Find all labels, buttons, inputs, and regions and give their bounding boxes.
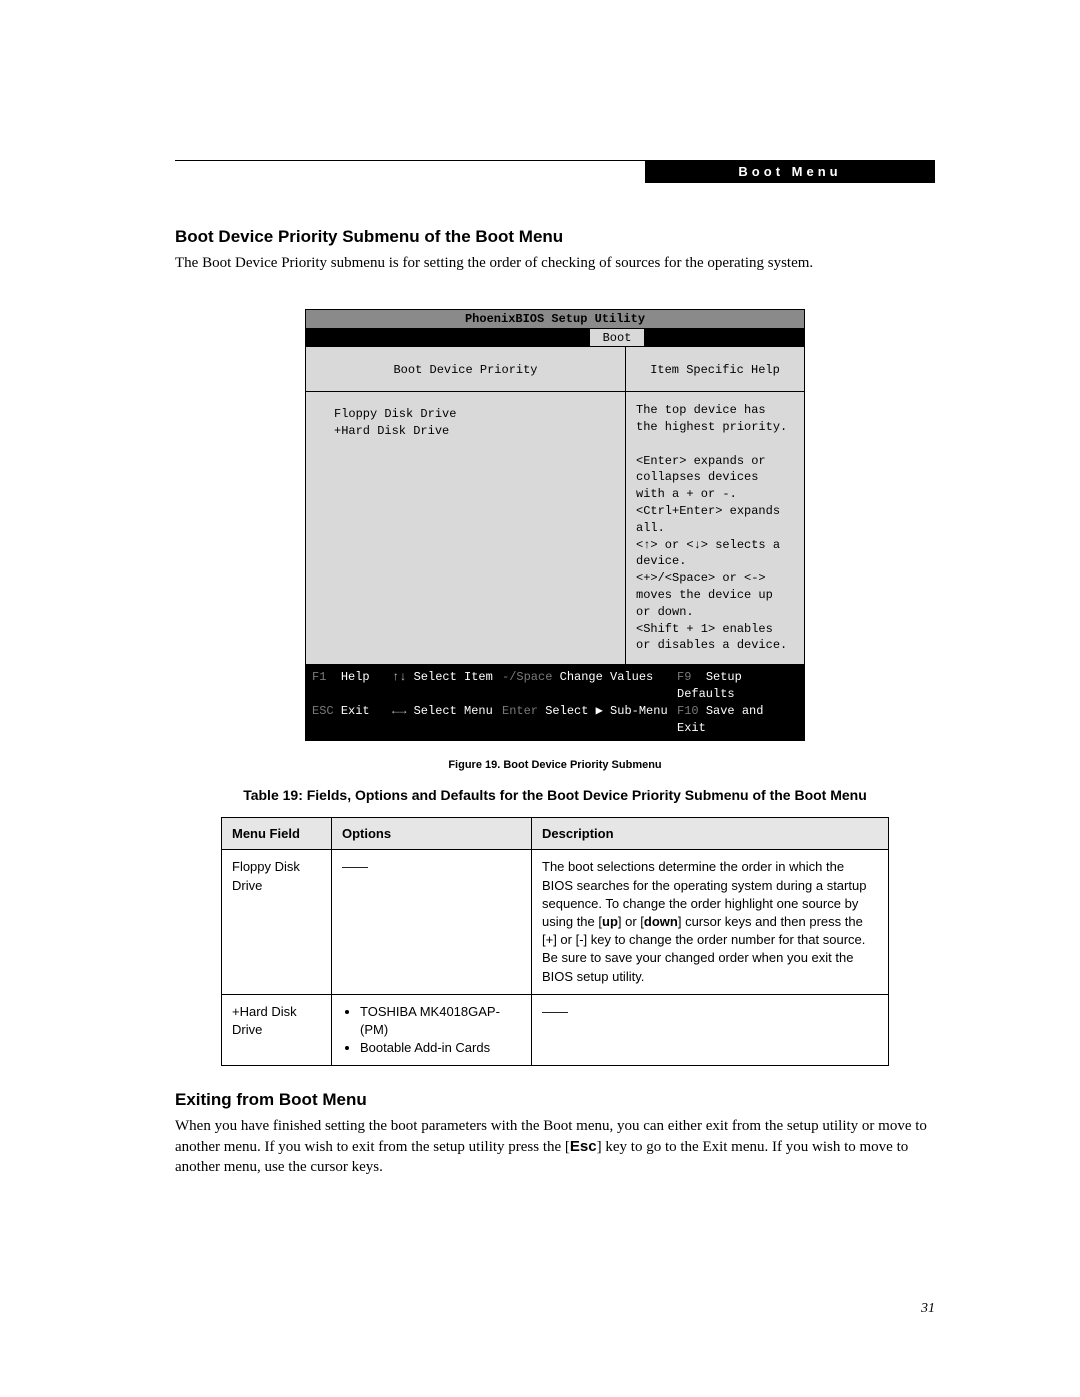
desc-text: ] or [	[618, 914, 644, 929]
bios-device-item: +Hard Disk Drive	[334, 423, 625, 440]
key-esc: Esc	[570, 1138, 597, 1155]
figure-caption: Figure 19. Boot Device Priority Submenu	[175, 759, 935, 771]
bios-key-space: -/Space	[502, 670, 552, 684]
bios-device-item: Floppy Disk Drive	[334, 406, 625, 423]
bios-left-heading: Boot Device Priority	[306, 347, 625, 392]
bios-action-select-item: Select Item	[414, 670, 493, 684]
table-row: Floppy Disk Drive —— The boot selections…	[222, 850, 889, 994]
cell-field: +Hard Disk Drive	[222, 994, 332, 1066]
bios-key-esc: ESC	[312, 704, 334, 718]
option-item: Bootable Add-in Cards	[360, 1039, 521, 1057]
bios-key-f9: F9	[677, 670, 691, 684]
cell-options: ——	[332, 850, 532, 994]
option-item: TOSHIBA MK4018GAP-(PM)	[360, 1003, 521, 1039]
cell-options: TOSHIBA MK4018GAP-(PM) Bootable Add-in C…	[332, 994, 532, 1066]
bios-key-f1: F1	[312, 670, 326, 684]
bios-action-exit: Exit	[341, 704, 370, 718]
bios-tabbar: Boot	[306, 329, 804, 347]
fields-table: Menu Field Options Description Floppy Di…	[221, 817, 889, 1066]
bios-footer-row: F1 Help ↑↓ Select Item -/Space Change Va…	[312, 669, 798, 703]
section-1-text: The Boot Device Priority submenu is for …	[175, 253, 935, 273]
key-up: up	[602, 914, 618, 929]
bios-screenshot: PhoenixBIOS Setup Utility Boot Boot Devi…	[305, 309, 805, 741]
bios-action-help: Help	[341, 670, 370, 684]
bios-key-enter: Enter	[502, 704, 538, 718]
bios-help-text: The top device has the highest priority.…	[626, 392, 804, 664]
cell-field: Floppy Disk Drive	[222, 850, 332, 994]
header-bar: Boot Menu	[175, 160, 935, 183]
bios-action-select-menu: Select Menu	[414, 704, 493, 718]
bios-device-list: Floppy Disk Drive +Hard Disk Drive	[306, 392, 625, 622]
cell-description: The boot selections determine the order …	[532, 850, 889, 994]
section-heading-2: Exiting from Boot Menu	[175, 1090, 935, 1110]
bios-tab-spacer	[306, 329, 590, 346]
bios-footer: F1 Help ↑↓ Select Item -/Space Change Va…	[306, 664, 804, 740]
bios-action-change: Change Values	[560, 670, 654, 684]
bios-help-heading: Item Specific Help	[626, 347, 804, 392]
page-number: 31	[921, 1301, 935, 1317]
bios-key-f10: F10	[677, 704, 699, 718]
bios-action-submenu: Select ▶ Sub-Menu	[545, 704, 667, 718]
bios-left-pane: Boot Device Priority Floppy Disk Drive +…	[306, 347, 626, 664]
section-heading-1: Boot Device Priority Submenu of the Boot…	[175, 227, 935, 247]
bios-title: PhoenixBIOS Setup Utility	[306, 310, 804, 329]
bios-key-leftright: ←→	[392, 704, 406, 718]
th-options: Options	[332, 818, 532, 850]
table-title: Table 19: Fields, Options and Defaults f…	[175, 787, 935, 803]
bios-key-updown: ↑↓	[392, 670, 406, 684]
table-header-row: Menu Field Options Description	[222, 818, 889, 850]
cell-description: ——	[532, 994, 889, 1066]
key-down: down	[644, 914, 678, 929]
th-menu-field: Menu Field	[222, 818, 332, 850]
bios-footer-row: ESC Exit ←→ Select Menu Enter Select ▶ S…	[312, 703, 798, 737]
bios-right-pane: Item Specific Help The top device has th…	[626, 347, 804, 664]
bios-body: Boot Device Priority Floppy Disk Drive +…	[306, 347, 804, 664]
th-description: Description	[532, 818, 889, 850]
bios-tab-spacer-right	[644, 329, 804, 346]
section-2-text: When you have finished setting the boot …	[175, 1116, 935, 1177]
table-row: +Hard Disk Drive TOSHIBA MK4018GAP-(PM) …	[222, 994, 889, 1066]
bios-tab-boot: Boot	[590, 329, 644, 346]
header-section-label: Boot Menu	[645, 160, 935, 183]
